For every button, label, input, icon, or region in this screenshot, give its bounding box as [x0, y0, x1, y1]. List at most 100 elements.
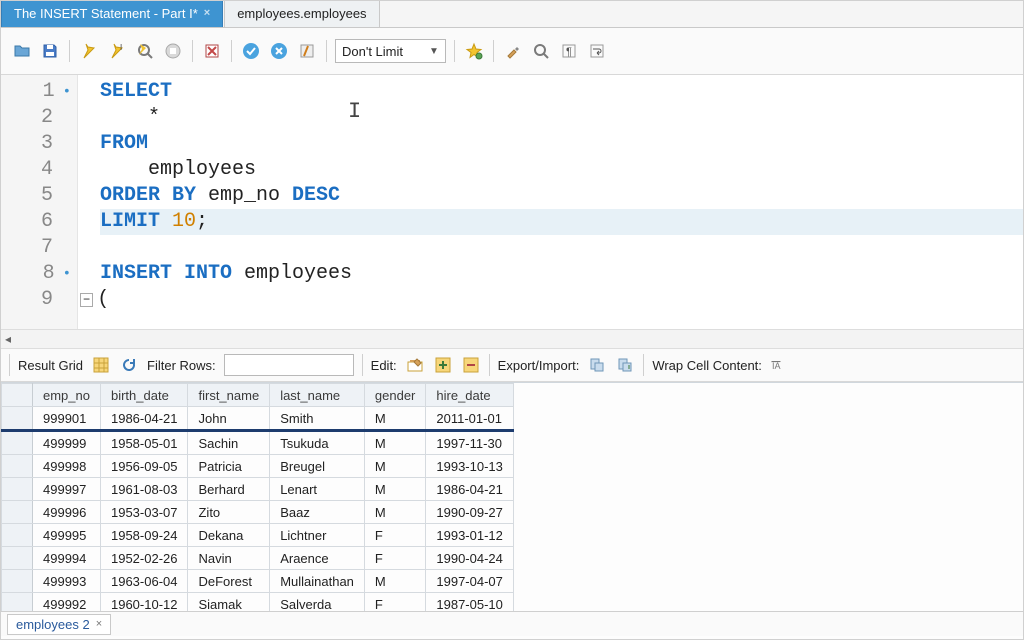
cell[interactable]: 499994: [33, 547, 101, 570]
cell[interactable]: Araence: [270, 547, 365, 570]
result-table[interactable]: emp_nobirth_datefirst_namelast_namegende…: [1, 383, 514, 611]
cell[interactable]: 1958-05-01: [100, 431, 188, 455]
open-file-icon[interactable]: [11, 40, 33, 62]
row-selector[interactable]: [2, 501, 33, 524]
cell[interactable]: Siamak: [188, 593, 270, 612]
code-line[interactable]: −(: [100, 287, 1023, 313]
column-header[interactable]: hire_date: [426, 384, 514, 407]
toggle-limit-icon[interactable]: [296, 40, 318, 62]
wrap-icon[interactable]: [586, 40, 608, 62]
code-line[interactable]: SELECT: [100, 79, 1023, 105]
code-line[interactable]: [100, 235, 1023, 261]
code-line[interactable]: employees: [100, 157, 1023, 183]
cell[interactable]: F: [364, 547, 425, 570]
cell[interactable]: Lichtner: [270, 524, 365, 547]
column-header[interactable]: emp_no: [33, 384, 101, 407]
cell[interactable]: 1990-09-27: [426, 501, 514, 524]
editor-tab-secondary[interactable]: employees.employees: [224, 0, 379, 27]
import-icon[interactable]: [615, 355, 635, 375]
cell[interactable]: 1986-04-21: [100, 407, 188, 431]
editor-code[interactable]: I SELECT *FROM employeesORDER BY emp_no …: [78, 75, 1023, 329]
filter-rows-input[interactable]: [224, 354, 354, 376]
cell[interactable]: Sachin: [188, 431, 270, 455]
cell[interactable]: 1993-10-13: [426, 455, 514, 478]
table-row[interactable]: 4999961953-03-07ZitoBaazM1990-09-27: [2, 501, 514, 524]
cell[interactable]: 499995: [33, 524, 101, 547]
brush-icon[interactable]: [502, 40, 524, 62]
cell[interactable]: 1963-06-04: [100, 570, 188, 593]
export-icon[interactable]: [587, 355, 607, 375]
result-tab[interactable]: employees 2 ×: [7, 614, 111, 635]
cell[interactable]: 1960-10-12: [100, 593, 188, 612]
column-header[interactable]: gender: [364, 384, 425, 407]
cell[interactable]: Lenart: [270, 478, 365, 501]
row-selector-header[interactable]: [2, 384, 33, 407]
cell[interactable]: 1997-11-30: [426, 431, 514, 455]
table-row[interactable]: 4999971961-08-03BerhardLenartM1986-04-21: [2, 478, 514, 501]
cell[interactable]: F: [364, 593, 425, 612]
edit-row-icon[interactable]: [405, 355, 425, 375]
delete-row-icon[interactable]: [461, 355, 481, 375]
table-row[interactable]: 4999951958-09-24DekanaLichtnerF1993-01-1…: [2, 524, 514, 547]
row-selector[interactable]: [2, 570, 33, 593]
result-grid[interactable]: emp_nobirth_datefirst_namelast_namegende…: [1, 382, 1023, 611]
beautify-icon[interactable]: [463, 40, 485, 62]
cell[interactable]: Mullainathan: [270, 570, 365, 593]
cell[interactable]: 499997: [33, 478, 101, 501]
code-line[interactable]: FROM: [100, 131, 1023, 157]
commit-icon[interactable]: [240, 40, 262, 62]
cell[interactable]: 1952-02-26: [100, 547, 188, 570]
cell[interactable]: M: [364, 570, 425, 593]
cell[interactable]: John: [188, 407, 270, 431]
cell[interactable]: DeForest: [188, 570, 270, 593]
row-selector[interactable]: [2, 431, 33, 455]
explain-icon[interactable]: [134, 40, 156, 62]
code-line[interactable]: ORDER BY emp_no DESC: [100, 183, 1023, 209]
cell[interactable]: Smith: [270, 407, 365, 431]
cell[interactable]: 499992: [33, 593, 101, 612]
cell[interactable]: Patricia: [188, 455, 270, 478]
cell[interactable]: 2011-01-01: [426, 407, 514, 431]
editor-tab-active[interactable]: The INSERT Statement - Part I* ×: [1, 0, 223, 27]
editor-horizontal-scrollbar[interactable]: ◂: [1, 329, 1023, 349]
toggle-autocommit-icon[interactable]: [201, 40, 223, 62]
stop-icon[interactable]: [162, 40, 184, 62]
cell[interactable]: 999901: [33, 407, 101, 431]
limit-rows-select[interactable]: Don't Limit ▼: [335, 39, 446, 63]
cell[interactable]: Navin: [188, 547, 270, 570]
cell[interactable]: 499998: [33, 455, 101, 478]
add-row-icon[interactable]: [433, 355, 453, 375]
row-selector[interactable]: [2, 524, 33, 547]
cell[interactable]: M: [364, 407, 425, 431]
cell[interactable]: 1953-03-07: [100, 501, 188, 524]
cell[interactable]: 1986-04-21: [426, 478, 514, 501]
execute-icon[interactable]: [78, 40, 100, 62]
rollback-icon[interactable]: [268, 40, 290, 62]
table-row[interactable]: 4999931963-06-04DeForestMullainathanM199…: [2, 570, 514, 593]
invisible-chars-icon[interactable]: ¶: [558, 40, 580, 62]
cell[interactable]: Breugel: [270, 455, 365, 478]
table-row[interactable]: 9999011986-04-21JohnSmithM2011-01-01: [2, 407, 514, 431]
save-icon[interactable]: [39, 40, 61, 62]
table-row[interactable]: 4999941952-02-26NavinAraenceF1990-04-24: [2, 547, 514, 570]
cell[interactable]: 499996: [33, 501, 101, 524]
cell[interactable]: Dekana: [188, 524, 270, 547]
cell[interactable]: M: [364, 478, 425, 501]
cell[interactable]: 1956-09-05: [100, 455, 188, 478]
row-selector[interactable]: [2, 593, 33, 612]
cell[interactable]: F: [364, 524, 425, 547]
cell[interactable]: 1990-04-24: [426, 547, 514, 570]
close-icon[interactable]: ×: [204, 7, 210, 19]
refresh-icon[interactable]: [119, 355, 139, 375]
row-selector[interactable]: [2, 547, 33, 570]
find-icon[interactable]: [530, 40, 552, 62]
cell[interactable]: 1987-05-10: [426, 593, 514, 612]
code-line[interactable]: LIMIT 10;: [100, 209, 1023, 235]
cell[interactable]: 1958-09-24: [100, 524, 188, 547]
code-line[interactable]: *: [100, 105, 1023, 131]
cell[interactable]: M: [364, 431, 425, 455]
table-row[interactable]: 4999921960-10-12SiamakSalverdaF1987-05-1…: [2, 593, 514, 612]
cell[interactable]: 499993: [33, 570, 101, 593]
column-header[interactable]: first_name: [188, 384, 270, 407]
scroll-left-icon[interactable]: ◂: [5, 332, 17, 346]
